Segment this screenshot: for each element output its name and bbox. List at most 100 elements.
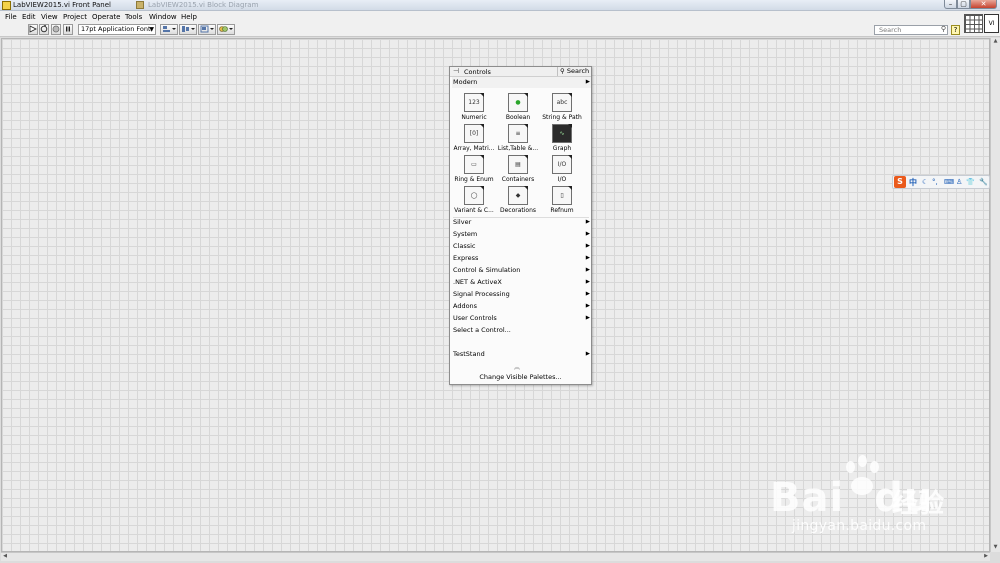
block-diagram-taskbar-icon xyxy=(136,1,144,9)
palette-tile-variant-class[interactable]: ◯ Variant & C... xyxy=(452,186,496,217)
palette-tile-array-matrix[interactable]: [0] Array, Matri... xyxy=(452,124,496,155)
run-continuously-icon xyxy=(40,24,48,33)
category-dotnet-activex[interactable]: .NET & ActiveX ▶ xyxy=(452,277,591,288)
controls-palette: ⊣ Controls ⚲ Search Modern ▶ 123 Numeric… xyxy=(449,66,592,385)
reorder-button[interactable] xyxy=(217,24,235,35)
category-label: Addons xyxy=(453,302,478,310)
menu-operate[interactable]: Operate xyxy=(92,13,120,21)
category-modern[interactable]: Modern ▶ xyxy=(452,77,591,88)
resize-objects-button[interactable] xyxy=(198,24,216,35)
numeric-icon: 123 xyxy=(464,93,484,112)
ring-enum-icon: ▭ xyxy=(464,155,484,174)
close-button[interactable]: ✕ xyxy=(970,0,997,9)
abort-stop-icon xyxy=(52,25,60,33)
align-objects-icon xyxy=(163,26,176,32)
search-icon: ⚲ xyxy=(560,67,565,75)
connector-pane-icon[interactable] xyxy=(964,14,983,33)
tile-label: Decorations xyxy=(499,207,537,214)
watermark-product: 经验 xyxy=(892,489,945,519)
category-label: Classic xyxy=(453,242,476,250)
category-label: System xyxy=(453,230,478,238)
palette-tile-boolean[interactable]: ● Boolean xyxy=(496,93,540,124)
collapse-chevron-icon[interactable]: ︽ xyxy=(514,362,520,371)
chevron-right-icon: ▶ xyxy=(585,255,590,261)
chevron-right-icon: ▶ xyxy=(585,303,590,309)
chevron-right-icon: ▶ xyxy=(585,315,590,321)
array-matrix-icon: [0] xyxy=(464,124,484,143)
palette-tile-string-path[interactable]: abc String & Path xyxy=(540,93,584,124)
punctuation-icon[interactable]: °, xyxy=(932,178,938,186)
chevron-right-icon: ▶ xyxy=(585,243,590,249)
select-a-control-label: Select a Control... xyxy=(453,326,511,334)
category-system[interactable]: System ▶ xyxy=(452,229,591,240)
category-signal-processing[interactable]: Signal Processing ▶ xyxy=(452,289,591,300)
pause-icon xyxy=(66,26,70,32)
scroll-down-icon[interactable]: ▼ xyxy=(991,544,1000,552)
tile-label: Variant & C... xyxy=(454,207,494,214)
category-addons[interactable]: Addons ▶ xyxy=(452,301,591,312)
menu-tools[interactable]: Tools xyxy=(125,13,142,21)
distribute-objects-button[interactable] xyxy=(179,24,197,35)
vertical-scrollbar[interactable]: ▲ ▼ xyxy=(990,38,1000,552)
scroll-right-icon[interactable]: ▶ xyxy=(982,553,990,561)
chevron-right-icon: ▶ xyxy=(585,351,590,357)
palette-tile-io[interactable]: I/O I/O xyxy=(540,155,584,186)
palette-tile-numeric[interactable]: 123 Numeric xyxy=(452,93,496,124)
moon-icon[interactable]: ☾ xyxy=(922,178,928,186)
chevron-right-icon: ▶ xyxy=(585,267,590,273)
maximize-button[interactable]: ▢ xyxy=(957,0,970,9)
pin-icon[interactable]: ⊣ xyxy=(453,67,459,75)
containers-icon: ▤ xyxy=(508,155,528,174)
category-label: User Controls xyxy=(453,314,497,322)
align-objects-button[interactable] xyxy=(160,24,178,35)
palette-tile-containers[interactable]: ▤ Containers xyxy=(496,155,540,186)
wrench-icon[interactable]: 🔧 xyxy=(979,178,988,186)
variant-class-icon: ◯ xyxy=(464,186,484,205)
search-input[interactable]: Search ⚲ xyxy=(874,25,948,35)
horizontal-scrollbar[interactable]: ◀ ▶ xyxy=(1,552,990,561)
scroll-up-icon[interactable]: ▲ xyxy=(991,38,1000,46)
keyboard-icon[interactable]: ⌨ xyxy=(944,178,954,186)
palette-tile-refnum[interactable]: ▯ Refnum xyxy=(540,186,584,217)
category-silver[interactable]: Silver ▶ xyxy=(452,217,591,228)
menu-project[interactable]: Project xyxy=(63,13,87,21)
menu-view[interactable]: View xyxy=(41,13,58,21)
palette-tile-ring-enum[interactable]: ▭ Ring & Enum xyxy=(452,155,496,186)
chevron-right-icon: ▶ xyxy=(585,219,590,225)
context-help-button[interactable]: ? xyxy=(951,25,960,35)
chevron-right-icon: ▶ xyxy=(585,231,590,237)
palette-title: Controls xyxy=(464,68,491,76)
user-icon[interactable]: ♙ xyxy=(956,178,962,186)
minimize-button[interactable]: – xyxy=(944,0,957,9)
skin-shirt-icon[interactable]: 👕 xyxy=(966,178,975,186)
baidu-jingyan-watermark: Bai du 经验 jingyan.baidu.com xyxy=(770,455,950,535)
palette-tile-graph[interactable]: ∿ Graph xyxy=(540,124,584,155)
menu-file[interactable]: File xyxy=(5,13,17,21)
category-express[interactable]: Express ▶ xyxy=(452,253,591,264)
palette-search-button[interactable]: ⚲ Search xyxy=(557,67,590,76)
category-label: Control & Simulation xyxy=(453,266,521,274)
menu-help[interactable]: Help xyxy=(181,13,197,21)
title-bar: LabVIEW2015.vi Front Panel LabVIEW2015.v… xyxy=(0,0,1000,11)
category-user-controls[interactable]: User Controls ▶ xyxy=(452,313,591,324)
menu-window[interactable]: Window xyxy=(149,13,177,21)
font-select[interactable]: 17pt Application Font ▼ xyxy=(78,24,156,35)
menu-edit[interactable]: Edit xyxy=(22,13,36,21)
category-control-simulation[interactable]: Control & Simulation ▶ xyxy=(452,265,591,276)
run-button[interactable] xyxy=(28,24,38,35)
pause-button[interactable] xyxy=(63,24,73,35)
tile-label: Numeric xyxy=(461,114,487,121)
tile-label: Ring & Enum xyxy=(454,176,494,183)
vi-icon[interactable]: VI xyxy=(984,14,999,33)
select-a-control-item[interactable]: Select a Control... xyxy=(452,325,591,336)
category-classic[interactable]: Classic ▶ xyxy=(452,241,591,252)
change-visible-palettes-button[interactable]: Change Visible Palettes... xyxy=(450,373,591,381)
run-continuously-button[interactable] xyxy=(39,24,49,35)
category-teststand[interactable]: TestStand ▶ xyxy=(452,349,591,360)
abort-button[interactable] xyxy=(51,24,61,35)
palette-tile-list-table[interactable]: ≡ List,Table &... xyxy=(496,124,540,155)
scroll-left-icon[interactable]: ◀ xyxy=(1,553,9,561)
ime-chinese-mode[interactable]: 中 xyxy=(909,177,917,188)
palette-tile-decorations[interactable]: ◆ Decorations xyxy=(496,186,540,217)
sogou-logo-icon[interactable]: S xyxy=(894,176,906,188)
